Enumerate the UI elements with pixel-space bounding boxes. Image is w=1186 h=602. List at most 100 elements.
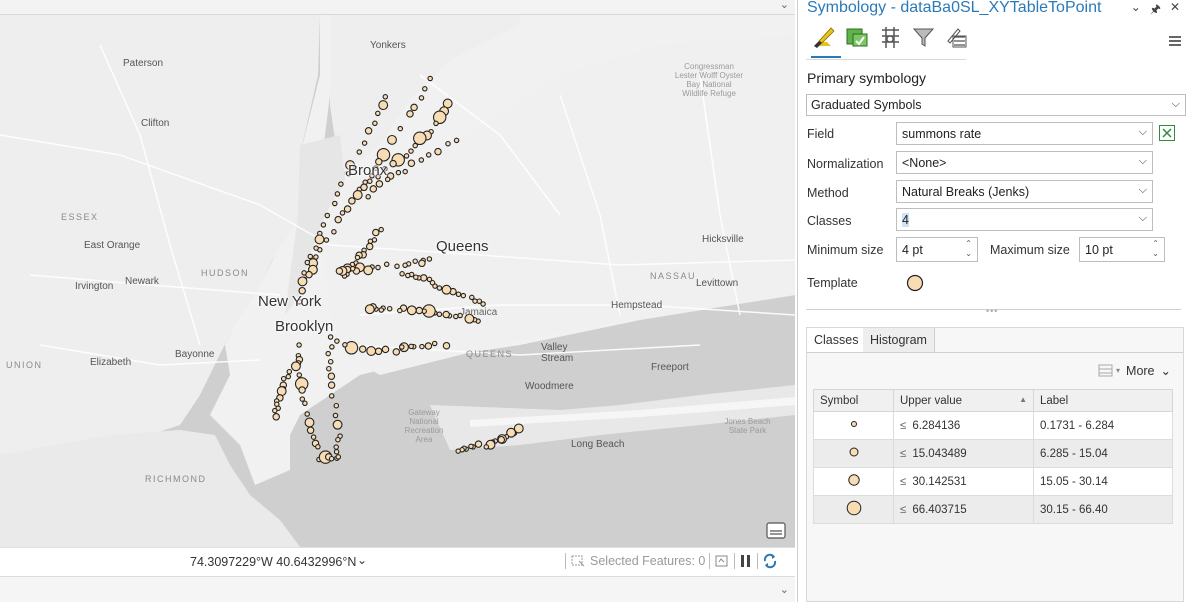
station-symbol[interactable] bbox=[412, 258, 418, 264]
station-symbol[interactable] bbox=[402, 168, 408, 175]
station-symbol[interactable] bbox=[468, 443, 474, 450]
station-symbol[interactable] bbox=[356, 149, 363, 155]
maximum-size-stepper[interactable]: 10 pt ⌃ ⌄ bbox=[1079, 237, 1165, 262]
table-options-chevron-icon[interactable]: ▾ bbox=[1116, 366, 1120, 375]
station-symbol[interactable] bbox=[298, 286, 306, 295]
station-symbol[interactable] bbox=[332, 200, 338, 207]
station-symbol[interactable] bbox=[342, 342, 348, 348]
station-symbol[interactable] bbox=[332, 419, 343, 430]
station-symbol[interactable] bbox=[285, 373, 292, 380]
station-symbol[interactable] bbox=[464, 313, 475, 324]
station-symbol[interactable] bbox=[378, 226, 384, 233]
upper-value-cell[interactable]: ≤66.403715 bbox=[893, 495, 1034, 524]
station-symbol[interactable] bbox=[320, 222, 327, 228]
field-expression-icon[interactable] bbox=[1159, 125, 1175, 141]
station-symbol[interactable] bbox=[327, 381, 336, 389]
close-icon[interactable]: ✕ bbox=[1170, 0, 1180, 21]
station-symbol[interactable] bbox=[315, 444, 321, 450]
station-symbol[interactable] bbox=[497, 435, 506, 444]
station-symbol[interactable] bbox=[408, 148, 414, 154]
station-symbol[interactable] bbox=[304, 411, 310, 417]
station-symbol[interactable] bbox=[334, 191, 341, 197]
table-row[interactable]: ≤6.284136 0.1731 - 6.284 bbox=[813, 411, 1173, 440]
station-symbol[interactable] bbox=[345, 170, 352, 177]
tab-classes[interactable]: Classes bbox=[807, 328, 867, 352]
more-options[interactable]: ▾ More ⌄ bbox=[1098, 363, 1171, 378]
station-symbol[interactable] bbox=[327, 358, 334, 365]
class-symbol[interactable] bbox=[813, 495, 894, 524]
station-symbol[interactable] bbox=[366, 346, 377, 356]
station-symbol[interactable] bbox=[426, 276, 433, 283]
station-symbol[interactable] bbox=[272, 413, 280, 421]
station-symbol[interactable] bbox=[419, 343, 425, 350]
station-symbol[interactable] bbox=[418, 95, 425, 101]
station-symbol[interactable] bbox=[375, 174, 381, 180]
station-symbol[interactable] bbox=[397, 125, 404, 132]
vary-symbology-tab[interactable] bbox=[877, 24, 904, 54]
station-symbol[interactable] bbox=[333, 449, 340, 455]
station-symbol[interactable] bbox=[302, 400, 308, 407]
station-symbol[interactable] bbox=[290, 361, 301, 372]
station-symbol[interactable] bbox=[415, 306, 424, 315]
station-symbol[interactable] bbox=[394, 263, 400, 270]
station-symbol[interactable] bbox=[442, 341, 451, 350]
station-symbol[interactable] bbox=[410, 103, 418, 112]
station-symbol[interactable] bbox=[369, 173, 375, 179]
station-symbol[interactable] bbox=[406, 110, 414, 118]
symbology-type-select[interactable]: Graduated Symbols ⌵ bbox=[806, 94, 1186, 116]
station-symbol[interactable] bbox=[453, 137, 460, 144]
table-row[interactable]: ≤30.142531 15.05 - 30.14 bbox=[813, 467, 1173, 496]
station-symbol[interactable] bbox=[455, 448, 461, 454]
station-symbol[interactable] bbox=[313, 245, 319, 251]
table-options-icon[interactable] bbox=[1098, 364, 1116, 378]
template-symbol[interactable] bbox=[905, 273, 925, 298]
label-cell[interactable]: 30.15 - 66.40 bbox=[1033, 495, 1173, 524]
station-symbol[interactable] bbox=[296, 342, 302, 348]
station-symbol[interactable] bbox=[413, 274, 419, 280]
map-overview-icon[interactable] bbox=[765, 521, 787, 541]
station-symbol[interactable] bbox=[378, 307, 385, 313]
station-symbol[interactable] bbox=[328, 393, 335, 399]
station-symbol[interactable] bbox=[361, 140, 368, 146]
station-symbol[interactable] bbox=[335, 454, 342, 460]
primary-symbology-tab[interactable] bbox=[811, 24, 841, 58]
station-symbol[interactable] bbox=[418, 259, 426, 268]
station-symbol[interactable] bbox=[299, 396, 306, 402]
station-symbol[interactable] bbox=[345, 160, 356, 171]
station-symbol[interactable] bbox=[310, 434, 317, 440]
station-symbol[interactable] bbox=[382, 94, 389, 100]
upper-value-cell[interactable]: ≤15.043489 bbox=[893, 439, 1034, 468]
station-symbol[interactable] bbox=[397, 307, 403, 314]
pane-options-chevron-icon[interactable]: ⌄ bbox=[1131, 0, 1141, 21]
station-symbol[interactable] bbox=[425, 152, 432, 158]
station-symbol[interactable] bbox=[297, 276, 308, 287]
station-symbol[interactable] bbox=[335, 267, 344, 275]
station-symbol[interactable] bbox=[334, 338, 340, 344]
station-symbol[interactable] bbox=[389, 159, 397, 168]
station-symbol[interactable] bbox=[483, 444, 490, 450]
tab-histogram[interactable]: Histogram bbox=[863, 328, 935, 352]
station-symbol[interactable] bbox=[436, 311, 443, 318]
station-symbol[interactable] bbox=[433, 120, 439, 127]
station-symbol[interactable] bbox=[383, 261, 390, 268]
table-row[interactable]: ≤15.043489 6.285 - 15.04 bbox=[813, 439, 1173, 468]
station-symbol[interactable] bbox=[333, 444, 339, 450]
normalization-select[interactable]: <None> ⌵ bbox=[896, 151, 1153, 174]
station-symbol[interactable] bbox=[367, 178, 373, 184]
refresh-icon[interactable] bbox=[762, 553, 778, 569]
upper-value-column-header[interactable]: Upper value ▲ bbox=[893, 389, 1034, 412]
coordinate-format-chevron-icon[interactable]: ⌄ bbox=[357, 553, 367, 567]
station-symbol[interactable] bbox=[363, 265, 374, 276]
classes-select[interactable]: 4 ⌵ bbox=[896, 208, 1153, 231]
station-symbol[interactable] bbox=[387, 134, 397, 145]
station-symbol[interactable] bbox=[382, 166, 388, 172]
station-symbol[interactable] bbox=[360, 183, 368, 192]
station-symbol[interactable] bbox=[434, 147, 442, 156]
station-symbol[interactable] bbox=[455, 291, 462, 298]
station-symbol[interactable] bbox=[307, 253, 314, 260]
pin-icon[interactable]: 🖈︎ bbox=[1150, 0, 1161, 21]
class-symbol[interactable] bbox=[813, 411, 894, 440]
station-symbol[interactable] bbox=[372, 228, 380, 237]
label-cell[interactable]: 15.05 - 30.14 bbox=[1033, 467, 1173, 496]
station-symbol[interactable] bbox=[348, 197, 356, 205]
